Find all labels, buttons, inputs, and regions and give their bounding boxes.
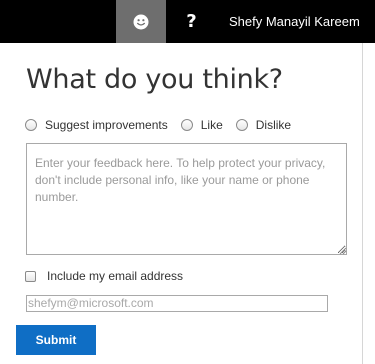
radio-dislike[interactable] (235, 119, 248, 131)
feedback-button[interactable] (116, 0, 166, 43)
help-icon: ? (186, 10, 197, 32)
smiley-icon (133, 14, 149, 30)
resize-grip-icon[interactable] (339, 247, 347, 255)
radio-like[interactable] (180, 119, 193, 131)
feedback-textarea[interactable]: Enter your feedback here. To help protec… (26, 143, 347, 255)
email-field[interactable]: shefym@microsoft.com (26, 295, 328, 312)
include-email-checkbox[interactable] (25, 270, 36, 282)
top-bar: ? Shefy Manayil Kareem (0, 0, 375, 43)
radio-suggest-improvements[interactable] (25, 119, 37, 131)
radio-label-like[interactable]: Like (201, 118, 223, 132)
user-name[interactable]: Shefy Manayil Kareem (229, 0, 360, 43)
help-button[interactable]: ? (166, 0, 217, 43)
include-email-label[interactable]: Include my email address (47, 269, 183, 283)
page-title: What do you think? (26, 64, 283, 95)
sentiment-options: Suggest improvements Like Dislike (25, 117, 291, 133)
submit-button[interactable]: Submit (16, 325, 96, 355)
include-email-row: Include my email address (25, 269, 183, 283)
radio-label-dislike[interactable]: Dislike (256, 118, 291, 132)
radio-label-suggest-improvements[interactable]: Suggest improvements (45, 118, 168, 132)
